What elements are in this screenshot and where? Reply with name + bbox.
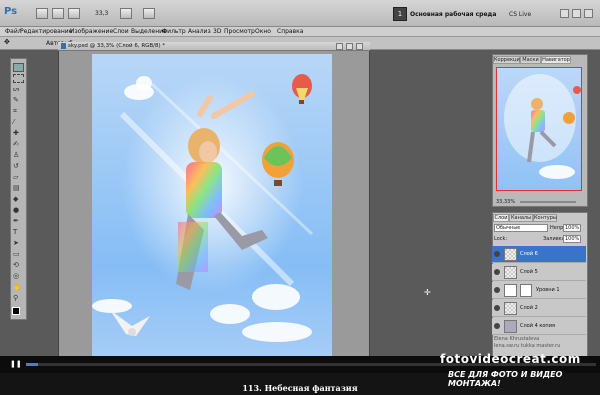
layer-thumbnail [504,302,517,315]
layer-thumbnail [504,266,517,279]
doc-minimize-button[interactable] [336,43,343,50]
fill-field[interactable]: 100% [563,235,581,243]
quick-select-tool[interactable]: ✎ [13,96,24,105]
progress-fill [26,363,38,366]
document-title: sky.psd @ 33,3% (Слой 6, RGB/8) * [68,43,166,49]
menu-window[interactable]: Окно [255,28,271,35]
navigator-preview [504,74,581,179]
gradient-tool[interactable]: ▤ [13,184,24,193]
layer-name: Слой 4 копия [520,323,555,329]
arrange-documents-button[interactable] [143,8,155,19]
history-brush-tool[interactable]: ↺ [13,162,24,171]
view-extras-button[interactable] [68,8,80,19]
close-button[interactable] [584,9,593,18]
layer-thumbnail [504,248,517,261]
launch-minibridge-button[interactable] [52,8,64,19]
eraser-tool[interactable]: ▱ [13,173,24,182]
layer-name: Слой 2 [520,305,538,311]
caption: 113. Небесная фантазия [242,383,358,393]
pause-icon[interactable]: ❚❚ [10,361,22,368]
layer-row[interactable]: Слой 4 копия [492,318,586,335]
levels-adjustment-icon [504,284,517,297]
minimize-button[interactable] [560,9,569,18]
eyedropper-tool[interactable]: ⁄ [13,118,24,127]
3d-rotate-tool[interactable]: ⟲ [13,261,24,270]
layer-thumbnail [504,320,517,333]
toolbox: ᔕ ✎ ⌗ ⁄ ✚ ✍ ♙ ↺ ▱ ▤ ◆ ● ✒ T ➤ ▭ ⟲ ◎ ✋ ⚲ [10,58,27,320]
site-brand: fotovideocreat.com [440,352,581,366]
path-select-tool[interactable]: ➤ [13,239,24,248]
layer-name: Уровни 1 [536,287,560,293]
tab-adjustments[interactable]: Коррекция [493,56,523,64]
tab-navigator[interactable]: Навигатор [541,56,571,64]
artwork [110,74,314,336]
navigator-thumbnail[interactable] [496,67,582,191]
cs-live-button[interactable]: CS Live [509,11,531,18]
doc-close-button[interactable] [356,43,363,50]
tab-masks[interactable]: Маски [520,56,541,64]
visibility-icon[interactable] [494,251,500,257]
layer-row[interactable]: Слой 2 [492,300,586,317]
zoom-tool[interactable]: ⚲ [13,294,24,303]
visibility-icon[interactable] [494,323,500,329]
hand-tool[interactable]: ✋ [13,283,24,292]
shape-tool[interactable]: ▭ [13,250,24,259]
move-tool-icon[interactable]: ✥ [4,38,10,46]
layer-mask-thumbnail [520,284,532,297]
workspace-icon[interactable]: 1 [393,7,407,21]
layer-name: Слой 5 [520,269,538,275]
photoshop-logo: Ps [4,6,18,17]
3d-orbit-tool[interactable]: ◎ [13,272,24,281]
layer-name: Слой 6 [520,251,538,257]
watermark-line-2: lena.sw.ru tukka master.ru [494,343,561,349]
maximize-button[interactable] [572,9,581,18]
blur-tool[interactable]: ◆ [13,195,24,204]
lock-label: Lock: [494,236,508,242]
navigator-zoom-slider[interactable] [520,201,576,203]
pen-tool[interactable]: ✒ [13,217,24,226]
blend-mode-select[interactable]: Обычные [494,224,548,232]
menu-view[interactable]: Просмотр [224,28,255,35]
zoom-level[interactable]: 33,3 [95,10,108,17]
dove [110,310,150,336]
opacity-field[interactable]: 100% [563,224,581,232]
tab-layers[interactable]: Слои [493,214,509,222]
tab-channels[interactable]: Каналы [509,214,533,222]
layer-row[interactable]: Уровни 1 [492,282,586,299]
doc-maximize-button[interactable] [346,43,353,50]
menu-image[interactable]: Изображение [70,28,113,35]
visibility-icon[interactable] [494,305,500,311]
navigator-zoom[interactable]: 33,33% [496,199,515,205]
move-tool[interactable] [13,63,24,72]
menu-analysis[interactable]: Анализ [188,28,211,35]
layer-row[interactable]: Слой 6 [492,246,586,263]
brush-tool[interactable]: ✍ [13,140,24,149]
visibility-icon[interactable] [494,287,500,293]
type-tool[interactable]: T [13,228,24,237]
foreground-color-swatch[interactable] [12,307,20,315]
crop-tool[interactable]: ⌗ [13,107,24,116]
menu-filter[interactable]: Фильтр [162,28,186,35]
healing-brush-tool[interactable]: ✚ [13,129,24,138]
menu-layers[interactable]: Слои [113,28,129,35]
menu-help[interactable]: Справка [277,28,303,35]
launch-bridge-button[interactable] [36,8,48,19]
visibility-icon[interactable] [494,269,500,275]
watermark-line-1: Elena Khrustaleva [494,336,540,342]
clone-stamp-tool[interactable]: ♙ [13,151,24,160]
canvas[interactable] [92,54,332,358]
layer-row[interactable]: Слой 5 [492,264,586,281]
workspace-label[interactable]: Основная рабочая среда [410,11,496,18]
dodge-tool[interactable]: ● [13,206,24,215]
tab-paths[interactable]: Контуры [533,214,557,222]
hand-tool-button[interactable] [120,8,132,19]
ps-file-icon [61,43,66,49]
lasso-tool[interactable]: ᔕ [13,85,24,94]
mouse-cursor: ✛ [424,288,431,297]
menu-3d[interactable]: 3D [213,28,221,35]
balloon [292,74,312,104]
menu-edit[interactable]: Редактирование [20,28,72,35]
marquee-tool[interactable] [13,74,24,83]
